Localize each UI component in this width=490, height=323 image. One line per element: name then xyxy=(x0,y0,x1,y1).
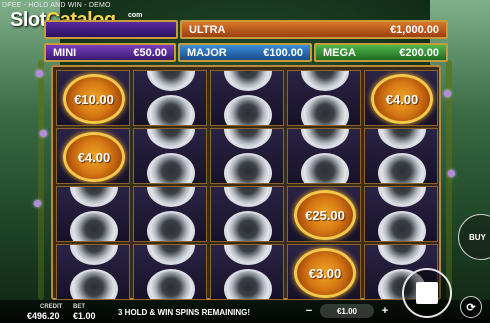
blank-stone-symbol xyxy=(378,211,426,241)
flower-decoration xyxy=(448,170,455,177)
reel-cell xyxy=(133,244,207,300)
jackpot-mini: MINI €50.00 xyxy=(44,43,176,62)
blank-stone-symbol xyxy=(378,129,426,149)
blank-stone-symbol xyxy=(70,269,118,299)
blank-stone-symbol xyxy=(147,187,195,207)
cash-coin-symbol: €25.00 xyxy=(294,190,356,240)
blank-stone-symbol xyxy=(224,129,272,149)
reel-cell xyxy=(210,244,284,300)
blank-stone-symbol xyxy=(147,71,195,91)
blank-stone-symbol xyxy=(70,245,118,265)
jackpot-mega-label: MEGA xyxy=(323,46,356,59)
blank-stone-symbol xyxy=(378,153,426,183)
blank-stone-symbol xyxy=(147,129,195,149)
credit-value: €496.20 xyxy=(27,311,60,321)
reel-cell xyxy=(133,186,207,242)
reel-cell: €25.00 xyxy=(287,186,361,242)
cash-coin-symbol: €3.00 xyxy=(294,248,356,298)
blank-stone-symbol xyxy=(224,269,272,299)
spins-remaining-message: 3 HOLD & WIN SPINS REMAINING! xyxy=(118,308,251,317)
blank-stone-symbol xyxy=(224,211,272,241)
vine-left-decoration xyxy=(38,60,44,300)
jackpot-mini-label: MINI xyxy=(53,46,77,59)
bet-value: €1.00 xyxy=(73,311,96,321)
logo-sup-text: com xyxy=(128,12,143,19)
reel-cell: €4.00 xyxy=(364,70,438,126)
jackpot-major-label: MAJOR xyxy=(187,46,227,59)
buy-feature-label: BUY xyxy=(469,232,486,242)
jackpot-major-value: €100.00 xyxy=(263,46,303,59)
jackpot-mega-value: €200.00 xyxy=(399,46,439,59)
reel-cell xyxy=(364,186,438,242)
blank-stone-symbol xyxy=(147,153,195,183)
blank-stone-symbol xyxy=(224,153,272,183)
flower-decoration xyxy=(34,200,41,207)
autoplay-icon: ⟳ xyxy=(466,301,476,314)
flower-decoration xyxy=(40,130,47,137)
reel-cell xyxy=(56,186,130,242)
jackpot-major: MAJOR €100.00 xyxy=(178,43,312,62)
blank-stone-symbol xyxy=(378,245,426,265)
blank-stone-symbol xyxy=(147,269,195,299)
stake-display[interactable]: €1.00 xyxy=(320,304,374,318)
reel-cell xyxy=(210,128,284,184)
blank-stone-symbol xyxy=(301,129,349,149)
reel-cell xyxy=(287,70,361,126)
flower-decoration xyxy=(444,90,451,97)
blank-stone-symbol xyxy=(301,153,349,183)
reel-cell: €4.00 xyxy=(56,128,130,184)
blank-stone-symbol xyxy=(378,187,426,207)
jackpot-ultra-value: €1,000.00 xyxy=(390,23,439,36)
reel-grid: €10.00 €4.00 €4.00 €25.00 €3.00 xyxy=(51,65,441,300)
bet-label: BET xyxy=(73,304,85,310)
jackpot-ultra-label: ULTRA xyxy=(189,23,226,36)
jackpot-grand-banner xyxy=(44,20,178,39)
reel-cell xyxy=(364,128,438,184)
blank-stone-symbol xyxy=(224,71,272,91)
reel-cell xyxy=(133,70,207,126)
reel-cell xyxy=(133,128,207,184)
reel-cell xyxy=(210,70,284,126)
stop-square-icon xyxy=(416,282,438,304)
game-scene: DFEE - HOLD AND WIN - DEMO SlotCatalog c… xyxy=(0,0,490,323)
blank-stone-symbol xyxy=(70,211,118,241)
cash-coin-symbol: €4.00 xyxy=(371,74,433,124)
autoplay-button[interactable]: ⟳ xyxy=(460,296,482,318)
jackpot-ultra: ULTRA €1,000.00 xyxy=(180,20,448,39)
blank-stone-symbol xyxy=(147,95,195,125)
blank-stone-symbol xyxy=(147,245,195,265)
logo-main-text: Slot xyxy=(10,9,46,31)
blank-stone-symbol xyxy=(224,187,272,207)
cash-coin-symbol: €4.00 xyxy=(63,132,125,182)
blank-stone-symbol xyxy=(147,211,195,241)
cash-coin-symbol: €10.00 xyxy=(63,74,125,124)
blank-stone-symbol xyxy=(301,95,349,125)
blank-stone-symbol xyxy=(224,245,272,265)
flower-decoration xyxy=(36,70,43,77)
reel-cell xyxy=(56,244,130,300)
credit-label: CREDIT xyxy=(40,304,63,310)
spin-stop-button[interactable] xyxy=(402,268,452,318)
reel-cell xyxy=(210,186,284,242)
jackpot-mini-value: €50.00 xyxy=(133,46,167,59)
increase-bet-button[interactable]: + xyxy=(379,305,391,317)
blank-stone-symbol xyxy=(224,95,272,125)
game-breadcrumb: DFEE - HOLD AND WIN - DEMO xyxy=(2,2,111,9)
reel-cell xyxy=(287,128,361,184)
jackpot-mega: MEGA €200.00 xyxy=(314,43,448,62)
decrease-bet-button[interactable]: − xyxy=(303,305,315,317)
jackpot-panel: ULTRA €1,000.00 MINI €50.00 MAJOR €100.0… xyxy=(44,20,448,63)
reel-cell: €3.00 xyxy=(287,244,361,300)
reel-cell: €10.00 xyxy=(56,70,130,126)
blank-stone-symbol xyxy=(70,187,118,207)
blank-stone-symbol xyxy=(301,71,349,91)
